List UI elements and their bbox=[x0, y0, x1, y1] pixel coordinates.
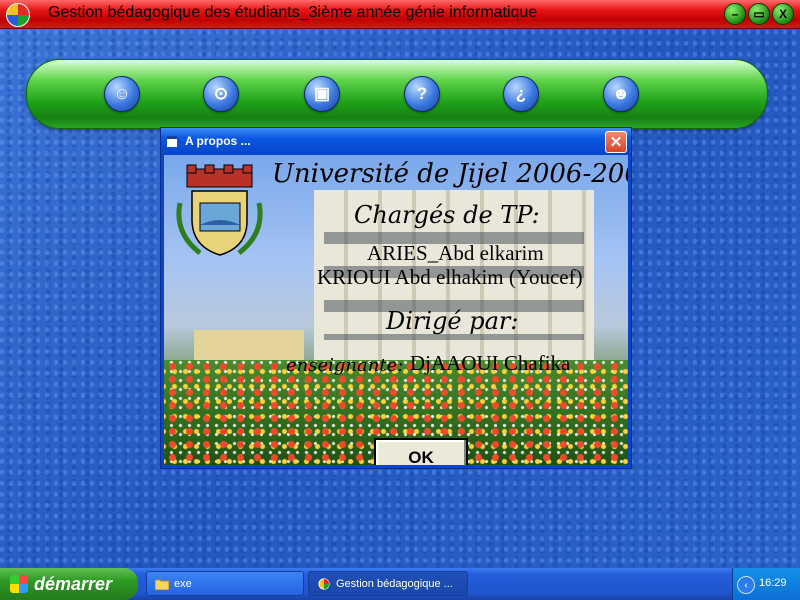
folder-icon bbox=[155, 579, 169, 590]
taskbar-item-gestion[interactable]: Gestion bédagogique ... bbox=[308, 571, 468, 596]
app-icon bbox=[318, 577, 330, 590]
app-title: Gestion bédagogique des étudiants_3ième … bbox=[48, 4, 538, 21]
app-icon[interactable] bbox=[6, 3, 30, 27]
university-title: Université de Jijel 2006-2007 bbox=[272, 159, 628, 189]
app-title-bar[interactable]: Gestion bédagogique des étudiants_3ième … bbox=[0, 0, 800, 29]
dirige-heading: Dirigé par: bbox=[386, 307, 519, 335]
chevron-left-icon[interactable]: ‹ bbox=[737, 576, 755, 594]
university-emblem-icon bbox=[176, 164, 263, 256]
info-icon[interactable]: ¿ bbox=[503, 76, 539, 112]
student-icon[interactable]: ☺ bbox=[104, 76, 140, 112]
minimize-button[interactable]: – bbox=[724, 3, 746, 25]
toolbar: ☺ ⊙ ▣ ? ¿ ☻ bbox=[26, 59, 768, 129]
search-icon[interactable]: ⊙ bbox=[203, 76, 239, 112]
clock[interactable]: 16:29 bbox=[759, 577, 787, 589]
dialog-title-bar[interactable]: A propos ... ✕ bbox=[161, 128, 631, 154]
taskbar-item-label: Gestion bédagogique ... bbox=[336, 577, 453, 590]
users-icon[interactable]: ☻ bbox=[603, 76, 639, 112]
teacher-label: enseignante: bbox=[286, 355, 404, 376]
charges-heading: Chargés de TP: bbox=[354, 201, 540, 229]
dialog-body: Université de Jijel 2006-2007 Chargés de… bbox=[164, 155, 628, 465]
dialog-title: A propos ... bbox=[185, 134, 251, 148]
ok-button[interactable]: OK bbox=[374, 438, 468, 465]
close-button[interactable]: X bbox=[772, 3, 794, 25]
member-name-1: ARIES_Abd elkarim bbox=[367, 241, 544, 265]
member-name-2: KRIOUI Abd elhakim (Youcef) bbox=[317, 265, 583, 289]
start-label: démarrer bbox=[34, 573, 113, 594]
help-icon[interactable]: ? bbox=[404, 76, 440, 112]
taskbar: démarrer exe Gestion bédagogique ... ‹ 1… bbox=[0, 568, 800, 600]
start-button[interactable]: démarrer bbox=[0, 568, 138, 600]
maximize-button[interactable]: ▭ bbox=[748, 3, 770, 25]
computer-icon[interactable]: ▣ bbox=[304, 76, 340, 112]
system-tray: ‹ 16:29 bbox=[732, 568, 800, 600]
windows-logo-icon bbox=[10, 575, 28, 593]
teacher-name: DjAAOUI Chafika bbox=[410, 351, 571, 375]
window-icon bbox=[167, 136, 177, 147]
taskbar-item-label: exe bbox=[174, 577, 192, 590]
taskbar-item-exe[interactable]: exe bbox=[146, 571, 304, 596]
about-dialog: A propos ... ✕ Université de Jijel 2006-… bbox=[160, 127, 632, 469]
dialog-close-button[interactable]: ✕ bbox=[605, 131, 627, 153]
